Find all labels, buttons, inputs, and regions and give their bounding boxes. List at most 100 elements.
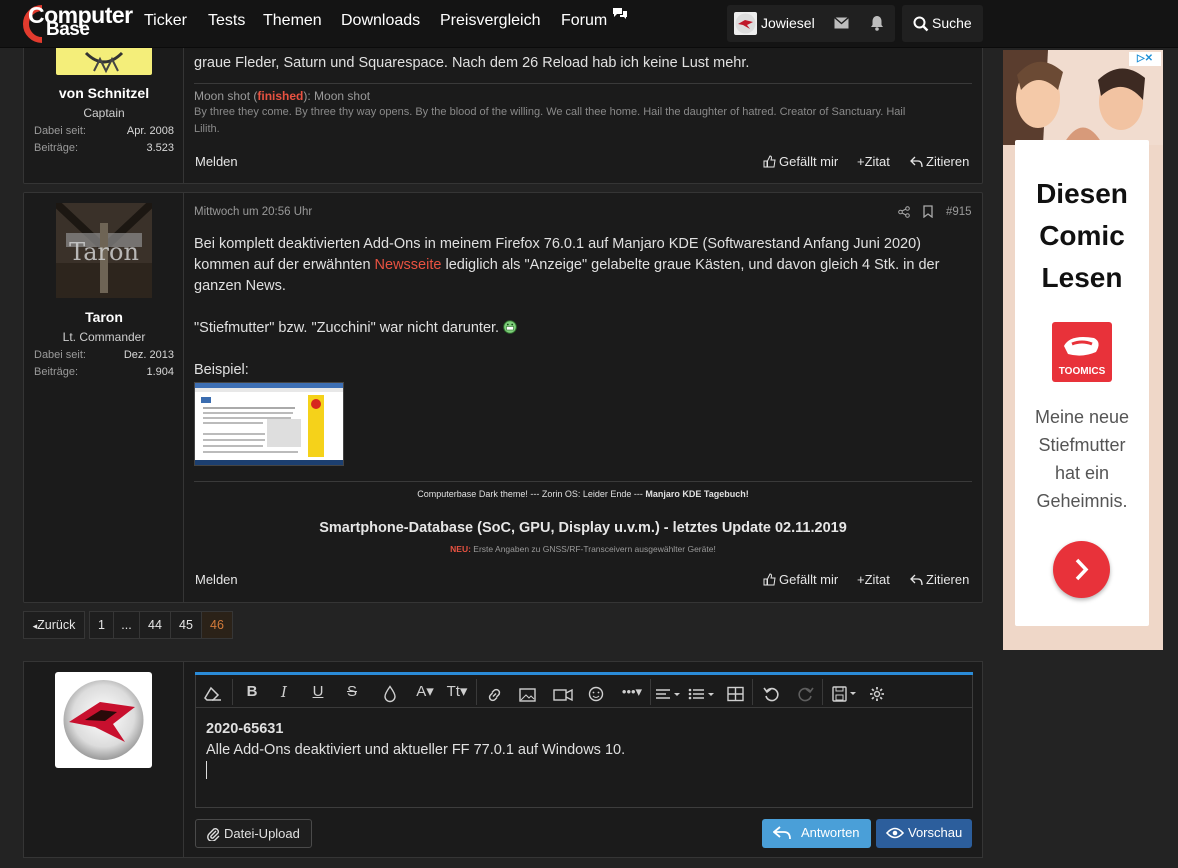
nav-preisvergleich[interactable]: Preisvergleich <box>440 12 540 30</box>
logo-text-base: Base <box>46 19 90 40</box>
newsseite-link[interactable]: Newsseite <box>375 257 442 273</box>
reply-icon <box>910 156 923 168</box>
signature-text-line1: By three they come. By three thy way ope… <box>194 106 906 118</box>
author-name[interactable]: von Schnitzel <box>24 85 184 101</box>
username: Jowiesel <box>761 15 815 31</box>
gear-icon[interactable] <box>869 683 885 705</box>
reply-quote-button[interactable]: Zitieren <box>910 572 969 587</box>
nav-ticker[interactable]: Ticker <box>144 12 187 30</box>
pagination-page[interactable]: 1 <box>89 611 114 639</box>
italic-icon[interactable]: I <box>277 681 291 703</box>
bell-icon[interactable] <box>870 15 884 31</box>
mail-icon[interactable] <box>834 17 849 29</box>
undo-icon[interactable] <box>763 683 780 705</box>
nav-forum[interactable]: Forum <box>561 12 607 30</box>
ad-cta-button[interactable] <box>1053 541 1110 598</box>
editor-toolbar: B I U S A▾ Tt▾ •••▾ <box>196 675 972 708</box>
table-icon[interactable] <box>727 683 744 705</box>
attachment-thumbnail[interactable] <box>194 382 344 466</box>
preview-button[interactable]: Vorschau <box>876 819 972 848</box>
more-options-icon[interactable]: •••▾ <box>618 681 646 703</box>
paperclip-icon <box>207 828 220 841</box>
text-color-icon[interactable] <box>383 683 397 705</box>
signature-line3: NEU: Erste Angaben zu GNSS/RF-Transceive… <box>450 544 716 554</box>
post-text: graue Fleder, Saturn und Squarespace. Na… <box>194 55 750 71</box>
like-button[interactable]: Gefällt mir <box>763 572 838 587</box>
font-size-icon[interactable]: Tt▾ <box>443 681 471 703</box>
link-icon[interactable] <box>486 684 503 706</box>
report-link[interactable]: Melden <box>195 154 238 169</box>
reply-icon <box>910 574 923 586</box>
smilies-icon[interactable] <box>588 683 604 705</box>
underline-icon[interactable]: U <box>310 681 326 703</box>
author-post-count: Beiträge: 3.523 <box>34 142 174 154</box>
grin-smiley-icon <box>503 320 517 334</box>
signature-text-line2: Lilith. <box>194 123 220 135</box>
align-icon[interactable] <box>655 684 681 706</box>
quote-button[interactable]: +Zitat <box>857 154 890 169</box>
pagination-ellipsis[interactable]: ... <box>113 611 140 639</box>
clear-formatting-icon[interactable] <box>204 683 222 705</box>
pagination-page[interactable]: 45 <box>170 611 202 639</box>
nav-downloads[interactable]: Downloads <box>341 12 420 30</box>
nav-themen[interactable]: Themen <box>263 12 322 30</box>
pagination-prev-button[interactable]: ◂Zurück <box>23 611 85 639</box>
nav-tests[interactable]: Tests <box>208 12 245 30</box>
bookmark-icon[interactable] <box>923 205 933 218</box>
signature-divider <box>194 481 972 482</box>
thumbs-up-icon <box>763 155 776 168</box>
quote-button[interactable]: +Zitat <box>857 572 890 587</box>
strikethrough-icon[interactable]: S <box>344 681 360 703</box>
search-label: Suche <box>932 15 972 31</box>
like-button[interactable]: Gefällt mir <box>763 154 838 169</box>
share-icon[interactable] <box>898 206 910 218</box>
author-joined: Dabei seit: Dez. 2013 <box>34 349 174 361</box>
bold-icon[interactable]: B <box>244 681 260 703</box>
author-rank: Captain <box>83 106 125 120</box>
signature-link[interactable]: Manjaro KDE Tagebuch! <box>645 489 748 499</box>
svg-text:Taron: Taron <box>69 238 139 266</box>
font-family-icon[interactable]: A▾ <box>412 681 438 703</box>
author-name[interactable]: Taron <box>24 309 184 325</box>
post-timestamp[interactable]: Mittwoch um 20:56 Uhr <box>194 206 312 218</box>
thumbs-up-icon <box>763 573 776 586</box>
list-icon[interactable] <box>688 684 716 706</box>
signature-line1: Computerbase Dark theme! --- Zorin OS: L… <box>417 489 749 499</box>
signature-line2[interactable]: Smartphone-Database (SoC, GPU, Display u… <box>194 520 972 536</box>
reply-arrow-icon <box>773 826 791 840</box>
pagination-current-page: 46 <box>201 611 233 639</box>
author-avatar[interactable]: Taron <box>56 203 152 298</box>
file-upload-button[interactable]: Datei-Upload <box>195 819 312 848</box>
redo-icon[interactable] <box>797 683 814 705</box>
submit-reply-button[interactable]: Antworten <box>762 819 871 848</box>
advertisement-banner[interactable]: ▷✕ Diesen Comic Lesen TOOMICS Meine neue St… <box>1003 50 1163 650</box>
search-button[interactable]: Suche <box>902 5 983 42</box>
toomics-logo: TOOMICS <box>1052 322 1112 382</box>
pagination-page[interactable]: 44 <box>139 611 171 639</box>
adchoices-icon[interactable]: ▷✕ <box>1129 52 1161 66</box>
report-link[interactable]: Melden <box>195 572 238 587</box>
search-icon <box>913 16 929 32</box>
author-post-count: Beiträge: 1.904 <box>34 366 174 378</box>
signature-title: Moon shot (finished): Moon shot <box>194 89 371 103</box>
eye-icon <box>886 827 904 839</box>
image-icon[interactable] <box>519 684 536 706</box>
user-avatar <box>734 12 757 35</box>
my-avatar[interactable] <box>55 672 152 768</box>
user-menu[interactable]: Jowiesel <box>727 5 895 42</box>
signature-divider <box>194 83 972 84</box>
chevron-right-icon <box>1075 558 1089 581</box>
reply-author-sidebar <box>24 662 184 857</box>
author-joined: Dabei seit: Apr. 2008 <box>34 125 174 137</box>
editor-content[interactable]: 2020-65631 Alle Add-Ons deaktiviert und … <box>206 719 625 761</box>
forum-chat-icon <box>613 8 627 19</box>
computerbase-logo[interactable]: Computer Base <box>22 2 133 46</box>
post-number[interactable]: #915 <box>946 206 972 218</box>
ad-card: Diesen Comic Lesen TOOMICS Meine neue Stief… <box>1015 140 1149 626</box>
message-editor[interactable]: B I U S A▾ Tt▾ •••▾ 2020-65631 Alle Add-… <box>195 672 973 808</box>
drafts-icon[interactable] <box>832 683 860 705</box>
top-navbar: Computer Base Ticker Tests Themen Downlo… <box>0 0 1178 48</box>
media-icon[interactable] <box>553 684 573 706</box>
reply-quote-button[interactable]: Zitieren <box>910 154 969 169</box>
ad-headline: Diesen Comic Lesen <box>1036 178 1128 293</box>
